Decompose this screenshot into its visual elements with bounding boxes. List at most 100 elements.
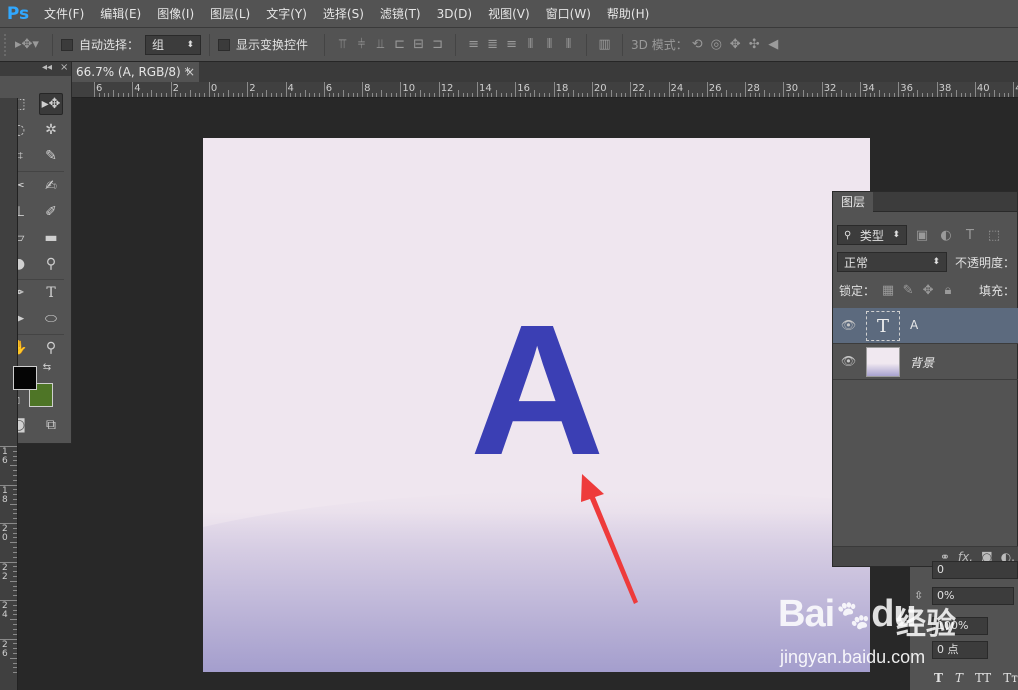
- 3d-rotate-icon[interactable]: ⟲: [688, 34, 707, 56]
- layers-tab[interactable]: 图层: [833, 192, 874, 212]
- text-layer-a[interactable]: A: [470, 298, 604, 484]
- ruler-tick: [213, 93, 215, 97]
- auto-align-icon[interactable]: ▥: [595, 34, 614, 56]
- ruler-tick: [783, 82, 785, 97]
- ruler-tick: [816, 93, 818, 97]
- distribute-vcenter-icon[interactable]: ≣: [483, 34, 502, 56]
- 3d-scale-icon[interactable]: ◀: [764, 34, 783, 56]
- eyedropper-tool-icon[interactable]: ✎: [39, 145, 63, 167]
- align-bottom-icon[interactable]: ⫫: [371, 34, 390, 56]
- layer-filter-dropdown[interactable]: ⚲ 类型 ⬍: [837, 225, 907, 245]
- menu-window[interactable]: 窗口(W): [538, 0, 599, 28]
- document-canvas[interactable]: A: [203, 138, 870, 672]
- menu-layer[interactable]: 图层(L): [202, 0, 258, 28]
- 3d-slide-icon[interactable]: ✣: [745, 34, 764, 56]
- menu-select[interactable]: 选择(S): [315, 0, 372, 28]
- layer-row-a[interactable]: 👁︎ T A: [833, 308, 1018, 344]
- close-icon[interactable]: ×: [60, 62, 68, 73]
- lock-position-icon[interactable]: ✥: [921, 279, 935, 301]
- 3d-drag-icon[interactable]: ✥: [726, 34, 745, 56]
- ruler-tick: [472, 93, 474, 97]
- magic-wand-tool-icon[interactable]: ✲: [39, 119, 63, 141]
- auto-select-value: 组: [152, 38, 165, 52]
- tracking-field[interactable]: 0: [932, 561, 1018, 579]
- ruler-tick: [13, 609, 17, 611]
- move-tool-preset-icon[interactable]: ▸✥▾: [10, 34, 44, 56]
- dodge-tool-icon[interactable]: ⚲: [39, 253, 63, 275]
- auto-select-dropdown[interactable]: 组 ⬍: [145, 34, 202, 55]
- ruler-tick: [1008, 93, 1010, 97]
- ruler-tick: [668, 82, 670, 97]
- ruler-tick: [974, 82, 976, 97]
- ruler-tick: [711, 93, 713, 97]
- foreground-color-swatch[interactable]: [13, 366, 37, 390]
- ruler-tick: [328, 93, 330, 97]
- distribute-top-icon[interactable]: ≡: [464, 34, 483, 56]
- collapse-icon[interactable]: ◂◂: [42, 62, 52, 73]
- opacity-label: 不透明度：: [955, 255, 1016, 270]
- ruler-tick: [754, 93, 756, 97]
- chevron-updown-icon: ⬍: [186, 39, 195, 50]
- ruler-tick: [141, 93, 143, 97]
- lock-label: 锁定：: [839, 283, 876, 298]
- align-vcenter-icon[interactable]: ⫩: [352, 34, 371, 56]
- menu-type[interactable]: 文字(Y): [258, 0, 315, 28]
- ruler-tick: [251, 93, 253, 97]
- lock-all-icon[interactable]: 🔒︎: [941, 279, 955, 301]
- ruler-tick: [295, 93, 297, 97]
- ruler-tick: [936, 82, 938, 97]
- menu-edit[interactable]: 编辑(E): [92, 0, 149, 28]
- distribute-bottom-icon[interactable]: ≡: [502, 34, 521, 56]
- align-top-icon[interactable]: ⫪: [333, 34, 352, 56]
- align-left-icon[interactable]: ⊏: [390, 34, 409, 56]
- filter-shape-icon[interactable]: ⬚: [985, 224, 1003, 246]
- distribute-left-icon[interactable]: ⦀: [521, 34, 540, 56]
- menu-image[interactable]: 图像(I): [149, 0, 202, 28]
- filter-pixel-icon[interactable]: ▣: [913, 224, 931, 246]
- zoom-tool-icon[interactable]: ⚲: [39, 337, 63, 359]
- show-transform-checkbox[interactable]: [218, 38, 231, 51]
- gradient-wave: [203, 489, 870, 672]
- ellipse-tool-icon[interactable]: ⬭: [39, 308, 63, 330]
- lock-transparent-icon[interactable]: ▦: [881, 279, 895, 301]
- screen-mode-icon[interactable]: ⧉: [39, 414, 63, 436]
- menu-filter[interactable]: 滤镜(T): [372, 0, 429, 28]
- filter-type-icon[interactable]: T: [961, 224, 979, 246]
- filter-adjustment-icon[interactable]: ◐: [937, 224, 955, 246]
- menu-3d[interactable]: 3D(D): [429, 0, 480, 28]
- lock-brush-icon[interactable]: ✎: [901, 279, 915, 301]
- toolbox-header[interactable]: ◂◂ ×: [0, 62, 71, 76]
- distribute-hcenter-icon[interactable]: ⦀: [540, 34, 559, 56]
- distribute-right-icon[interactable]: ⦀: [559, 34, 578, 56]
- ruler-tick: [13, 498, 17, 500]
- document-tab[interactable]: 66.7% (A, RGB/8) * ×: [72, 62, 199, 82]
- menu-file[interactable]: 文件(F): [36, 0, 92, 28]
- align-hcenter-icon[interactable]: ⊟: [409, 34, 428, 56]
- ruler-tick: [702, 93, 703, 97]
- ruler-tick: [352, 93, 354, 97]
- align-right-icon[interactable]: ⊐: [428, 34, 447, 56]
- ruler-tick: [266, 90, 268, 97]
- 3d-roll-icon[interactable]: ◎: [707, 34, 726, 56]
- ruler-label: 2 6: [2, 639, 8, 659]
- menu-help[interactable]: 帮助(H): [599, 0, 657, 28]
- ruler-tick: [587, 93, 589, 97]
- gradient-tool-icon[interactable]: ▬: [39, 227, 63, 249]
- history-brush-tool-icon[interactable]: ✐: [39, 201, 63, 223]
- eye-icon[interactable]: 👁︎: [841, 318, 856, 332]
- type-tool-icon[interactable]: T: [39, 282, 63, 304]
- layer-row-background[interactable]: 👁︎ 背景: [833, 344, 1018, 380]
- brush-tool-icon[interactable]: ✍: [39, 175, 63, 197]
- swap-colors-icon[interactable]: ⇆: [40, 360, 54, 374]
- close-tab-icon[interactable]: ×: [185, 62, 195, 82]
- move-tool-icon[interactable]: ▸✥: [39, 93, 63, 115]
- ruler-tick: [481, 93, 483, 97]
- ruler-tick: [13, 648, 17, 650]
- eye-icon[interactable]: 👁︎: [841, 354, 856, 368]
- menu-view[interactable]: 视图(V): [480, 0, 538, 28]
- auto-select-checkbox[interactable]: [61, 38, 73, 51]
- ruler-tick: [194, 93, 196, 97]
- blend-mode-dropdown[interactable]: 正常 ⬍: [837, 252, 947, 272]
- ruler-tick: [529, 93, 531, 97]
- ruler-tick: [582, 93, 584, 97]
